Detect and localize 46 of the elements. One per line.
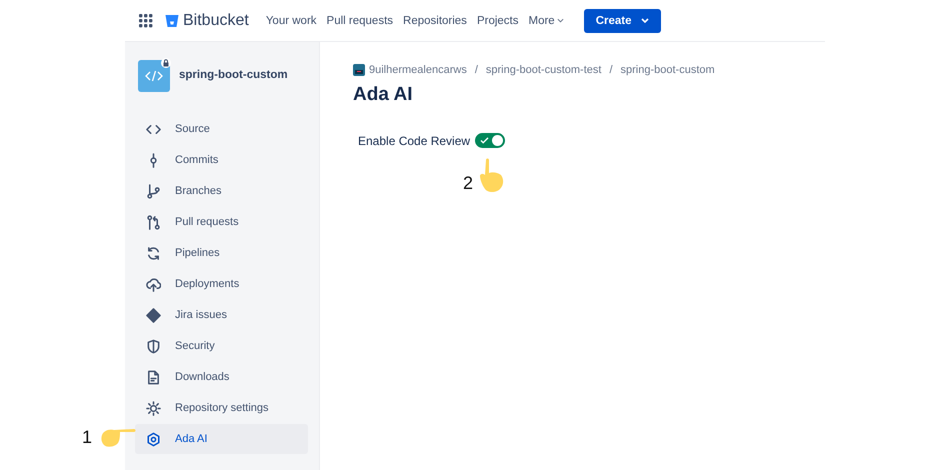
repository-name[interactable]: spring-boot-custom [179, 69, 288, 81]
diamond-icon [146, 308, 161, 322]
sidebar-item[interactable]: Repository settings [135, 393, 308, 423]
sidebar-item[interactable]: Deployments [135, 269, 308, 299]
chevron-down-icon [640, 18, 648, 23]
repo-avatar-icon [138, 58, 172, 92]
pipeline-icon [146, 246, 161, 260]
nav-link[interactable]: Your work [266, 14, 317, 26]
sidebar-item[interactable]: Pull requests [135, 207, 308, 237]
brand-name[interactable]: Bitbucket [183, 12, 249, 30]
hexagon-icon [146, 432, 161, 446]
sidebar-item[interactable]: Pipelines [135, 238, 308, 268]
breadcrumb-separator: / [474, 64, 478, 76]
nav-link[interactable]: Projects [476, 14, 518, 26]
bucket-logo-icon[interactable] [165, 14, 179, 28]
sidebar-item[interactable]: Jira issues [135, 300, 308, 330]
page-title: Ada AI [353, 84, 414, 106]
step-number: 1 [82, 426, 92, 448]
sidebar-item[interactable]: Security [135, 331, 308, 361]
sidebar-item[interactable]: Downloads [135, 362, 308, 392]
breadcrumb-link[interactable]: spring-boot-custom [620, 64, 715, 76]
nav-link[interactable]: Repositories [403, 14, 467, 26]
shield-icon [146, 338, 161, 354]
pointing-hand-icon [479, 158, 506, 194]
app-grid-icon[interactable] [139, 14, 153, 28]
toggle-label: Enable Code Review [358, 134, 470, 148]
pull-request-icon [146, 214, 161, 230]
gear-icon [146, 400, 161, 416]
sidebar-item[interactable]: Branches [135, 176, 308, 206]
nav-link[interactable]: Pull requests [326, 14, 394, 26]
sidebar-item[interactable]: Commits [135, 145, 308, 175]
chevron-down-icon [556, 18, 564, 23]
breadcrumb-separator: / [609, 64, 612, 76]
document-icon [146, 370, 161, 384]
more-menu[interactable]: More [528, 14, 564, 26]
workspace-avatar-icon [353, 64, 365, 76]
toggle-switch[interactable] [475, 133, 506, 148]
step-number: 2 [463, 173, 474, 194]
create-button[interactable]: Create [584, 8, 660, 32]
cloud-upload-icon [146, 276, 161, 292]
sidebar-item[interactable]: Source [135, 114, 308, 144]
breadcrumb-link[interactable]: 9uilhermealencarws [369, 64, 467, 76]
breadcrumb-link[interactable]: spring-boot-custom-test [486, 64, 602, 76]
sidebar-item[interactable]: Ada AI [135, 424, 308, 454]
checkmark-icon [480, 137, 490, 144]
branch-icon [146, 184, 161, 198]
